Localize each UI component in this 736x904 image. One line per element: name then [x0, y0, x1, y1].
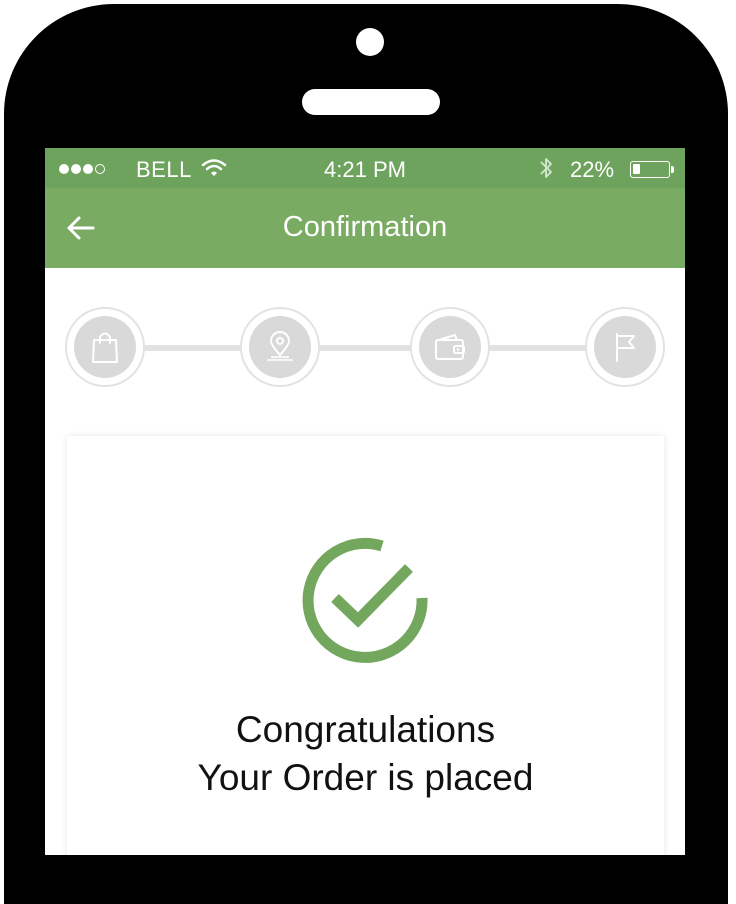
location-pin-icon [267, 331, 293, 361]
battery-level [633, 164, 640, 174]
check-circle-icon [302, 537, 428, 663]
battery-percent: 22% [570, 157, 615, 182]
status-bar: BELL 4:21 PM 22% [45, 148, 685, 188]
front-camera [356, 28, 384, 56]
step-connector [317, 345, 413, 351]
step-payment[interactable] [410, 307, 490, 387]
battery-icon [630, 161, 670, 178]
page-title: Confirmation [282, 211, 448, 243]
step-finish[interactable] [585, 307, 665, 387]
step-cart[interactable] [65, 307, 145, 387]
congratulations-text: Congratulations [235, 709, 496, 750]
checkout-stepper [45, 268, 685, 428]
earpiece-speaker [302, 89, 440, 115]
wallet-icon [435, 334, 465, 360]
confirmation-message: Congratulations Your Order is placed [67, 706, 664, 802]
confirmation-card: Congratulations Your Order is placed [67, 436, 664, 855]
battery-tip [671, 166, 674, 173]
app-header: Confirmation [45, 188, 685, 268]
order-placed-text: Your Order is placed [197, 757, 534, 798]
step-connector [143, 345, 243, 351]
step-connector [487, 345, 587, 351]
shopping-bag-icon [92, 332, 118, 363]
flag-icon [616, 333, 635, 362]
app-screen: BELL 4:21 PM 22% Confirmation Congratula… [45, 148, 685, 855]
bluetooth-icon [540, 158, 552, 178]
step-address[interactable] [240, 307, 320, 387]
